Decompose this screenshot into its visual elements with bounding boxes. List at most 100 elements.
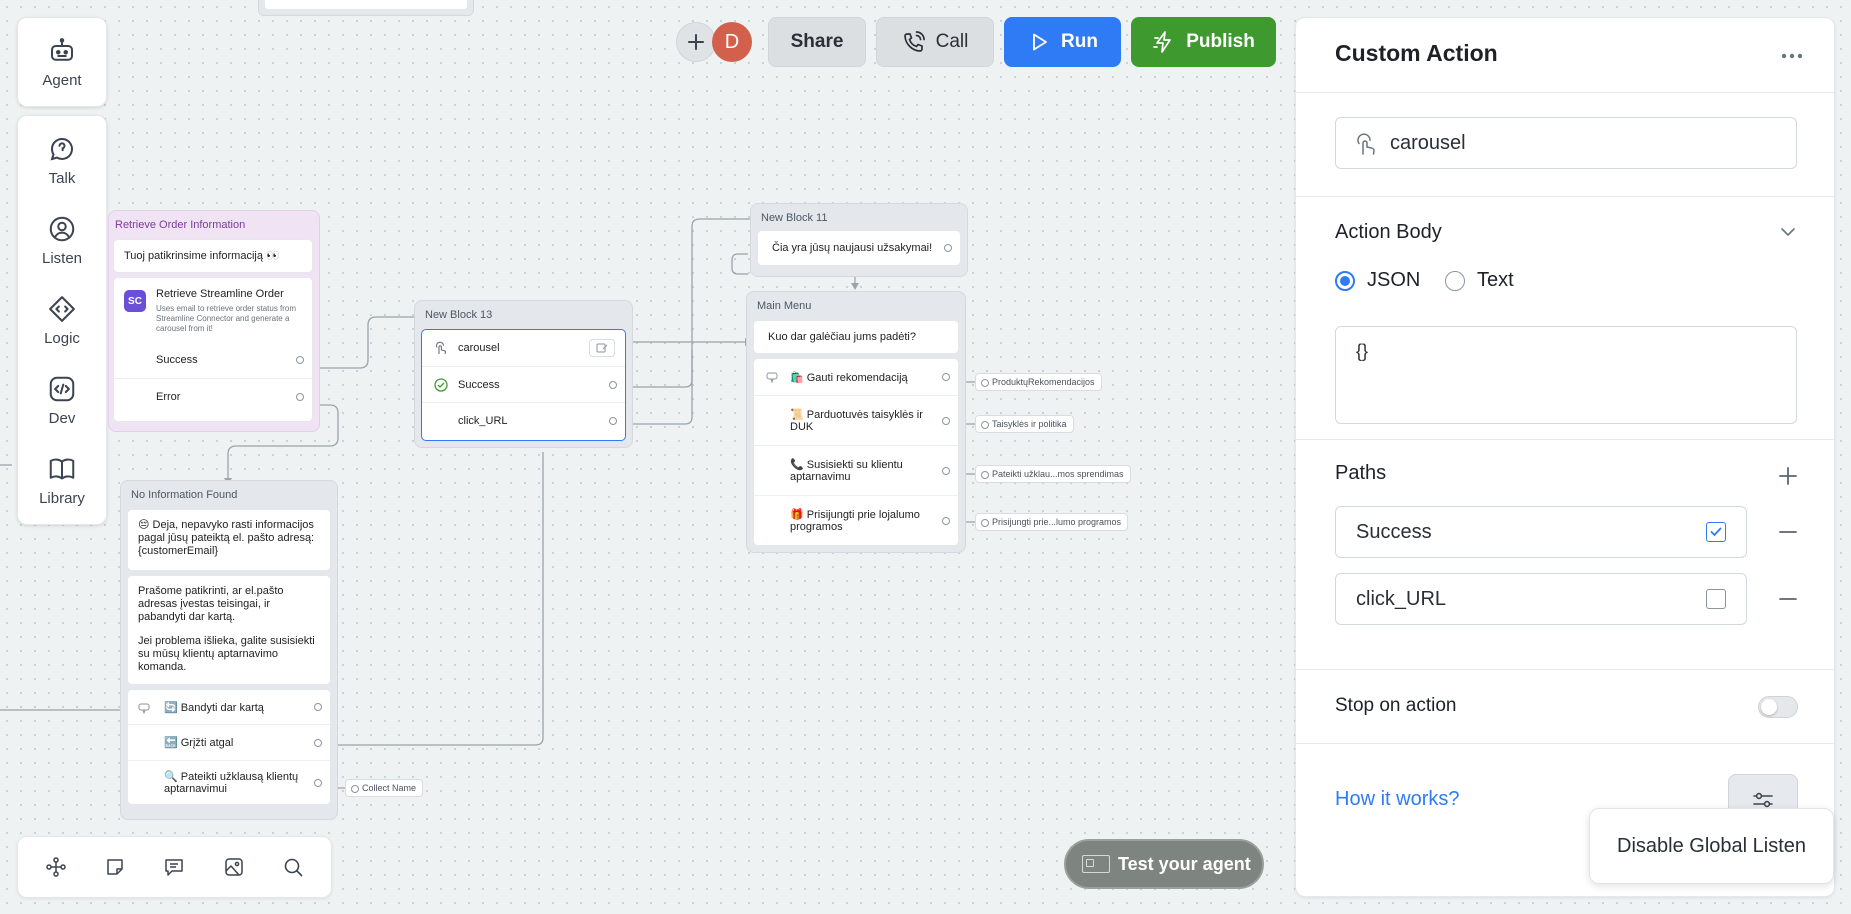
radio-json[interactable]: [1335, 270, 1355, 291]
search-icon: [284, 858, 303, 877]
path-name: click_URL: [1356, 587, 1447, 610]
button-row[interactable]: 📜 Parduotuvės taisyklės ir DUK: [754, 395, 958, 445]
rail-label: Listen: [41, 249, 83, 267]
rail-item-logic[interactable]: Logic: [18, 280, 106, 360]
port-handle[interactable]: [314, 738, 322, 747]
radio-text[interactable]: [1445, 270, 1465, 291]
rail-item-library[interactable]: Library: [18, 440, 106, 520]
button-row[interactable]: 🔄 Bandyti dar kartą: [128, 690, 330, 724]
rail-item-listen[interactable]: Listen: [18, 200, 106, 280]
message-card[interactable]: Kuo dar galėčiau jums padėti?: [753, 320, 959, 354]
share-button[interactable]: Share: [768, 17, 866, 67]
phone-icon: [903, 31, 925, 52]
path-row-success[interactable]: Success: [114, 342, 312, 378]
go-to-chip[interactable]: ProduktųRekomendacijos: [975, 373, 1102, 391]
buttons-card: 🔄 Bandyti dar kartą 🔙 Grįžti atgal 🔍 Pat…: [127, 689, 331, 805]
action-body-editor[interactable]: {}: [1335, 326, 1797, 424]
add-collaborator-button[interactable]: [676, 22, 716, 62]
remove-path-icon[interactable]: [1778, 530, 1798, 534]
action-name-section: carousel: [1296, 92, 1834, 196]
format-option-json[interactable]: JSON: [1335, 269, 1420, 292]
retrieve-order-block[interactable]: Retrieve Order Information Tuoj patikrin…: [108, 210, 320, 432]
avatar[interactable]: D: [712, 22, 752, 62]
port-handle[interactable]: [942, 466, 950, 475]
custom-action-card[interactable]: carousel Success click_URL: [421, 329, 626, 441]
canvas-toolbar: [17, 836, 332, 898]
port-handle[interactable]: [296, 392, 304, 401]
stop-on-action-toggle[interactable]: [1758, 696, 1798, 718]
no-information-block[interactable]: No Information Found 😔 Deja, nepavyko ra…: [120, 480, 338, 820]
publish-button[interactable]: Publish: [1131, 17, 1276, 67]
test-agent-button[interactable]: Test your agent: [1064, 839, 1264, 889]
call-button[interactable]: Call: [876, 17, 994, 67]
more-options-button[interactable]: [1776, 46, 1808, 66]
avatar-initial: D: [724, 30, 740, 53]
action-body-label: Action Body: [1335, 221, 1442, 243]
button-row[interactable]: 🛍️ Gauti rekomendaciją: [754, 359, 958, 395]
rail-item-dev[interactable]: Dev: [18, 360, 106, 440]
path-row-click-url[interactable]: click_URL: [422, 402, 625, 438]
message-card[interactable]: Prašome patikrinti, ar el.pašto adresas …: [127, 575, 331, 685]
go-to-chip[interactable]: Collect Name: [345, 779, 424, 797]
path-checkbox[interactable]: [1706, 589, 1726, 609]
path-checkbox[interactable]: [1706, 522, 1726, 542]
run-button[interactable]: Run: [1004, 17, 1121, 67]
button-label: 🛍️ Gauti rekomendaciją: [790, 371, 908, 384]
message-text: Čia yra jūsų naujausi užsakymai!: [772, 242, 933, 254]
path-item[interactable]: click_URL: [1335, 573, 1747, 625]
main-menu-block[interactable]: Main Menu Kuo dar galėčiau jums padėti? …: [746, 291, 966, 553]
agent-button[interactable]: Agent: [18, 18, 106, 106]
port-handle[interactable]: [609, 416, 617, 425]
button-row[interactable]: 🔍 Pateikti užklausą klientų aptarnavimui: [128, 760, 330, 804]
chevron-down-icon[interactable]: [1780, 227, 1796, 237]
button-row[interactable]: 🎁 Prisijungti prie lojalumo programos: [754, 495, 958, 545]
message-card[interactable]: Čia yra jūsų naujausi užsakymai!: [757, 230, 961, 266]
format-label: Text: [1477, 269, 1514, 291]
move-tool-button[interactable]: [45, 856, 67, 878]
rail-label: Logic: [44, 329, 80, 347]
port-handle[interactable]: [314, 778, 322, 787]
path-row-error[interactable]: Error: [114, 378, 312, 414]
port-handle[interactable]: [942, 416, 950, 425]
button-label: 📞 Susisiekti su klientu aptarnavimu: [790, 458, 903, 483]
button-row[interactable]: 🔙 Grįžti atgal: [128, 724, 330, 760]
rail-item-talk[interactable]: Talk: [18, 120, 106, 200]
go-to-chip[interactable]: Prisijungti prie...lumo programos: [975, 513, 1129, 531]
port-handle[interactable]: [942, 373, 950, 381]
how-it-works-link[interactable]: How it works?: [1335, 788, 1459, 811]
listen-icon: [49, 216, 75, 241]
check-circle-icon: [434, 378, 448, 392]
port-handle[interactable]: [609, 380, 617, 389]
port-handle[interactable]: [944, 244, 952, 252]
note-tool-button[interactable]: [104, 856, 126, 878]
image-tool-button[interactable]: [223, 856, 245, 878]
integration-card[interactable]: SC Retrieve Streamline Order Uses email …: [113, 277, 313, 422]
action-name-input[interactable]: carousel: [1335, 117, 1797, 169]
search-tool-button[interactable]: [282, 856, 304, 878]
message-card[interactable]: 😔 Deja, nepavyko rasti informacijos paga…: [127, 509, 331, 571]
block-title: Retrieve Order Information: [115, 219, 246, 231]
add-path-icon[interactable]: [1778, 466, 1798, 486]
global-listen-popover[interactable]: Disable Global Listen: [1589, 808, 1834, 884]
port-handle[interactable]: [942, 516, 950, 525]
path-row-success[interactable]: Success: [422, 366, 625, 402]
comment-tool-button[interactable]: [163, 856, 185, 878]
path-item[interactable]: Success: [1335, 506, 1747, 558]
port-handle[interactable]: [314, 703, 322, 711]
custom-action-panel: Custom Action carousel Action Body JSON …: [1295, 17, 1835, 897]
action-row[interactable]: carousel: [422, 330, 625, 366]
path-name: Success: [1356, 520, 1432, 543]
button-label: 📜 Parduotuvės taisyklės ir DUK: [790, 408, 923, 433]
message-card[interactable]: Tuoj patikrinsime informaciją 👀: [113, 239, 313, 273]
remove-path-icon[interactable]: [1778, 597, 1798, 601]
edit-icon[interactable]: [589, 339, 615, 357]
button-row[interactable]: 📞 Susisiekti su klientu aptarnavimu: [754, 445, 958, 495]
go-to-chip[interactable]: Pateikti užklau...mos sprendimas: [975, 465, 1131, 483]
new-block-11[interactable]: New Block 11 Čia yra jūsų naujausi užsak…: [750, 203, 968, 277]
library-icon: [49, 458, 75, 479]
go-to-chip[interactable]: Taisyklės ir politika: [975, 415, 1074, 433]
move-icon: [45, 857, 66, 877]
format-option-text[interactable]: Text: [1445, 269, 1514, 292]
new-block-13[interactable]: New Block 13 carousel Success click_URL: [414, 300, 633, 448]
port-handle[interactable]: [296, 356, 304, 364]
